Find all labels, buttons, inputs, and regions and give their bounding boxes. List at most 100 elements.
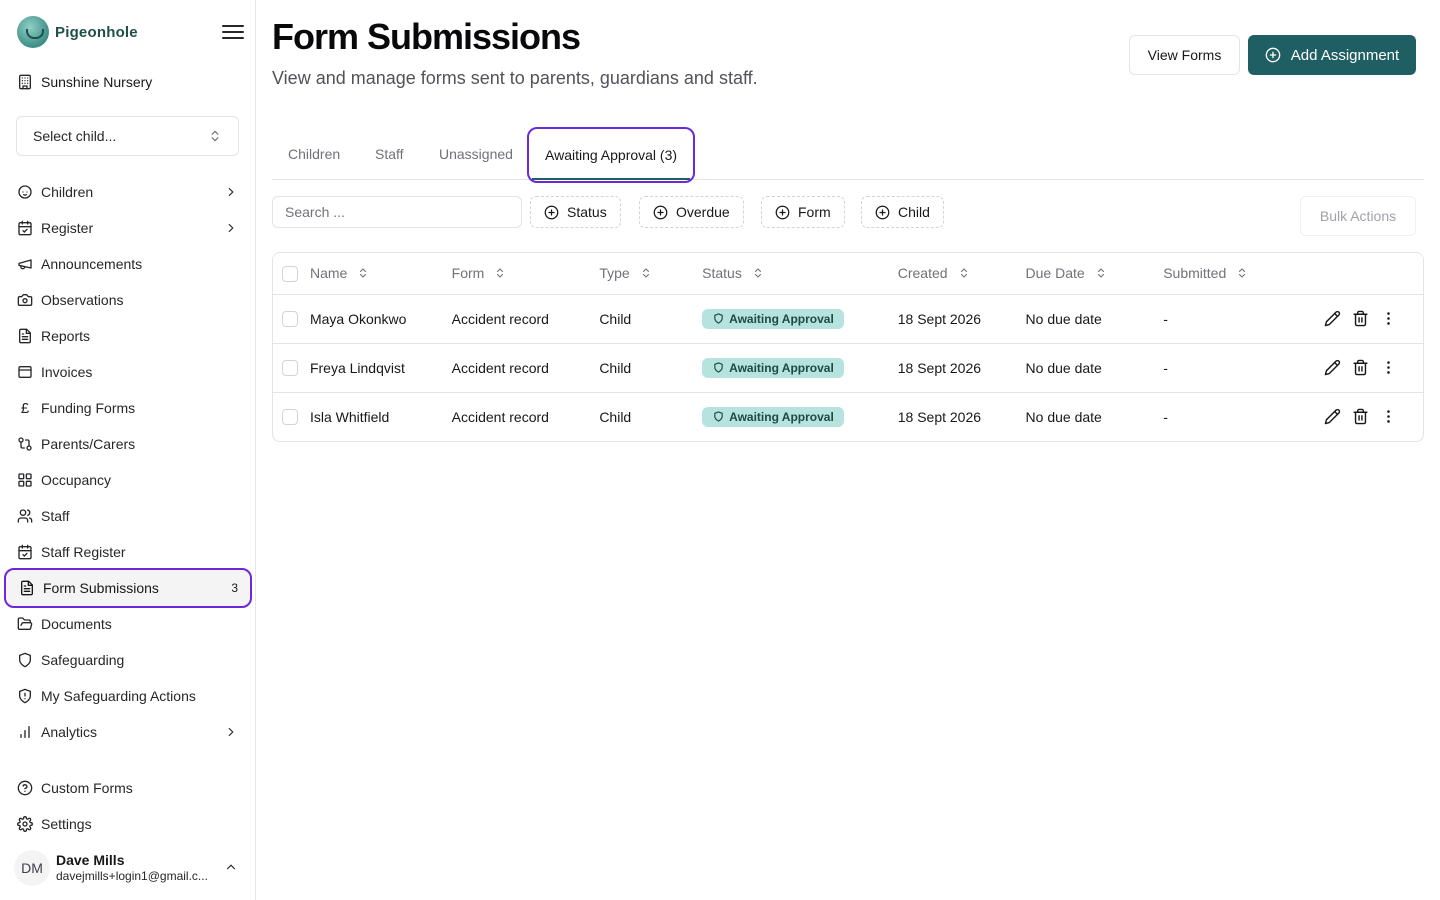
table-row[interactable]: Freya Lindqvist Accident record Child Aw… — [273, 343, 1423, 392]
search-input[interactable] — [272, 196, 522, 228]
cell-form: Accident record — [451, 408, 549, 425]
sidebar-item-form-submissions[interactable]: Form Submissions 3 — [4, 568, 252, 608]
filter-status-button[interactable]: Status — [530, 196, 621, 228]
table-header-row: Name Form Type Status Created Due Date S… — [273, 253, 1423, 294]
column-label: Form — [451, 265, 485, 282]
column-label: Status — [702, 265, 742, 282]
sidebar-item-documents[interactable]: Documents — [0, 606, 256, 642]
sidebar-item-label: Documents — [41, 616, 112, 632]
sidebar-item-label: Parents/Carers — [41, 436, 136, 452]
filter-overdue-button[interactable]: Overdue — [639, 196, 744, 228]
tab-awaiting-approval[interactable]: Awaiting Approval (3) — [527, 127, 696, 183]
sidebar-item-label: Reports — [41, 328, 91, 344]
main-content: Form Submissions View and manage forms s… — [256, 0, 1440, 900]
sidebar-item-label: Custom Forms — [41, 780, 133, 796]
delete-trash-icon[interactable] — [1351, 310, 1369, 328]
shield-alert-icon — [19, 688, 31, 704]
submissions-table: Name Form Type Status Created Due Date S… — [272, 252, 1424, 442]
sidebar-item-funding-forms[interactable]: £ Funding Forms — [0, 390, 256, 426]
sidebar-item-staff-register[interactable]: Staff Register — [0, 534, 256, 570]
sidebar-item-safeguarding[interactable]: Safeguarding — [0, 642, 256, 678]
sort-icon — [642, 268, 649, 279]
sidebar-item-analytics[interactable]: Analytics — [0, 714, 256, 750]
gear-icon — [17, 816, 33, 832]
edit-pencil-icon[interactable] — [1323, 359, 1341, 377]
tab-staff[interactable]: Staff — [375, 128, 404, 180]
row-checkbox[interactable] — [282, 409, 298, 426]
column-label: Submitted — [1163, 265, 1227, 282]
column-label: Created — [897, 265, 948, 282]
sidebar-item-settings[interactable]: Settings — [0, 806, 256, 842]
tab-bar: Children Staff Unassigned Awaiting Appro… — [272, 127, 1424, 183]
more-vertical-icon[interactable] — [1379, 359, 1397, 377]
shield-icon — [714, 362, 723, 373]
sort-icon — [1097, 268, 1104, 279]
chevron-right-icon — [228, 187, 234, 197]
row-checkbox[interactable] — [282, 360, 298, 377]
sidebar-item-label: Analytics — [41, 724, 98, 740]
sort-submitted-header[interactable]: Submitted — [1163, 265, 1248, 281]
row-checkbox[interactable] — [282, 311, 298, 328]
cell-name: Maya Okonkwo — [309, 310, 407, 327]
sidebar-item-observations[interactable]: Observations — [0, 282, 256, 318]
select-child-dropdown[interactable]: Select child... — [16, 116, 239, 156]
sort-type-header[interactable]: Type — [599, 265, 651, 281]
sidebar-item-invoices[interactable]: Invoices — [0, 354, 256, 390]
sidebar-item-parents-carers[interactable]: Parents/Carers — [0, 426, 256, 462]
sidebar-item-label: Invoices — [41, 364, 93, 380]
filter-label: Overdue — [676, 204, 730, 220]
sidebar-item-label: My Safeguarding Actions — [41, 688, 196, 704]
hamburger-menu-icon[interactable] — [222, 22, 244, 42]
sidebar-item-staff[interactable]: Staff — [0, 498, 256, 534]
filter-child-button[interactable]: Child — [861, 196, 944, 228]
sort-name-header[interactable]: Name — [310, 265, 369, 281]
user-menu[interactable]: DM Dave Mills davejmills+login1@gmail.c.… — [0, 840, 256, 896]
sidebar-item-announcements[interactable]: Announcements — [0, 246, 256, 282]
sidebar-item-label: Announcements — [41, 256, 143, 272]
cell-submitted: - — [1163, 310, 1168, 327]
more-vertical-icon[interactable] — [1379, 310, 1397, 328]
plus-circle-icon — [544, 205, 559, 219]
cell-created: 18 Sept 2026 — [897, 359, 982, 376]
cell-created: 18 Sept 2026 — [897, 408, 982, 425]
delete-trash-icon[interactable] — [1351, 408, 1369, 426]
sort-due-date-header[interactable]: Due Date — [1026, 265, 1107, 281]
table-row[interactable]: Isla Whitfield Accident record Child Awa… — [273, 392, 1423, 441]
tab-unassigned[interactable]: Unassigned — [439, 128, 513, 180]
delete-trash-icon[interactable] — [1351, 359, 1369, 377]
sidebar-item-custom-forms[interactable]: Custom Forms — [0, 770, 256, 806]
sidebar-item-label: Funding Forms — [41, 400, 136, 416]
column-label: Name — [309, 265, 348, 282]
pigeonhole-logo-icon — [17, 16, 49, 48]
edit-pencil-icon[interactable] — [1323, 408, 1341, 426]
sidebar-item-label: Register — [41, 220, 94, 236]
bulk-actions-button[interactable]: Bulk Actions — [1300, 196, 1416, 236]
add-assignment-button[interactable]: Add Assignment — [1248, 35, 1416, 75]
more-vertical-icon[interactable] — [1379, 408, 1397, 426]
filter-form-button[interactable]: Form — [761, 196, 845, 228]
sidebar-item-my-safeguarding-actions[interactable]: My Safeguarding Actions — [0, 678, 256, 714]
sidebar-item-children[interactable]: Children — [0, 174, 256, 210]
calendar-check-icon — [18, 544, 32, 560]
sidebar-item-reports[interactable]: Reports — [0, 318, 256, 354]
grid-icon — [18, 473, 32, 487]
brand[interactable]: Pigeonhole — [17, 16, 138, 48]
select-all-checkbox[interactable] — [282, 265, 298, 282]
page-title: Form Submissions — [272, 16, 581, 57]
select-child-value: Select child... — [33, 128, 117, 144]
nursery-selector[interactable]: Sunshine Nursery — [17, 74, 152, 90]
file-text-icon — [19, 328, 31, 344]
sort-created-header[interactable]: Created — [898, 265, 970, 281]
table-row[interactable]: Maya Okonkwo Accident record Child Await… — [273, 294, 1423, 343]
edit-pencil-icon[interactable] — [1323, 310, 1341, 328]
status-label: Awaiting Approval — [729, 409, 834, 424]
sort-form-header[interactable]: Form — [452, 265, 507, 281]
sidebar-item-register[interactable]: Register — [0, 210, 256, 246]
column-label: Due Date — [1025, 265, 1085, 282]
sidebar-item-label: Staff — [41, 508, 70, 524]
users-icon — [17, 509, 33, 523]
view-forms-button[interactable]: View Forms — [1129, 35, 1240, 75]
sidebar-item-occupancy[interactable]: Occupancy — [0, 462, 256, 498]
tab-children[interactable]: Children — [288, 128, 340, 180]
sort-status-header[interactable]: Status — [702, 265, 764, 281]
